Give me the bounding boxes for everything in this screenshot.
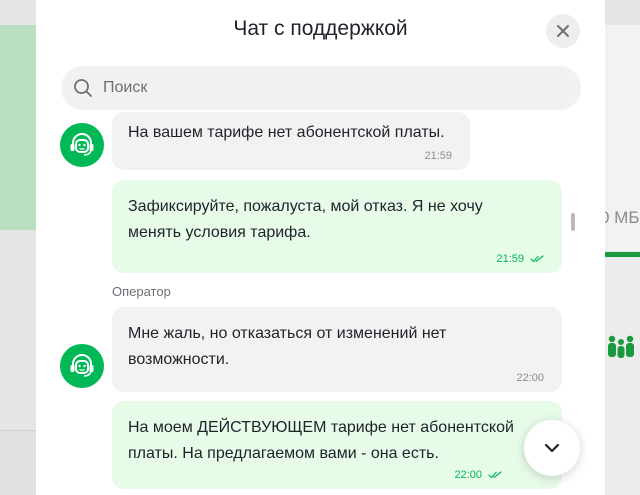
message-text-line: Зафиксируйте, пожалуста, мой отказ. Я не…: [128, 198, 483, 215]
message-text-line: возможности.: [128, 351, 230, 368]
background-stripe: [605, 252, 640, 257]
scroll-down-button[interactable]: [524, 420, 580, 476]
message-outgoing: На моем ДЕЙСТВУЮЩЕМ тарифе нет абонентск…: [112, 401, 562, 489]
message-text-line: платы. На предлагаемом вами - она есть.: [128, 445, 439, 462]
search-box[interactable]: [61, 66, 581, 110]
message-text-line: На моем ДЕЙСТВУЮЩЕМ тарифе нет абонентск…: [128, 419, 514, 436]
message-text: На вашем тарифе нет абонентской платы.: [128, 124, 445, 141]
chat-title: Чат с поддержкой: [233, 17, 408, 40]
chevron-down-icon: [544, 443, 560, 453]
message-text-line: менять условия тарифа.: [128, 224, 311, 241]
message-time: 21:59: [424, 150, 452, 162]
support-operator-icon: [70, 133, 94, 156]
background-footer: [0, 430, 36, 495]
sender-label: Оператор: [112, 284, 171, 299]
operator-avatar: [60, 344, 104, 388]
message-outgoing: Зафиксируйте, пожалуста, мой отказ. Я не…: [112, 180, 562, 273]
close-icon: [557, 25, 569, 37]
message-time: 22:00: [516, 372, 544, 384]
background-banner: [0, 25, 36, 230]
double-check-icon: [488, 471, 502, 479]
search-icon: [74, 79, 92, 97]
close-button[interactable]: [546, 14, 580, 48]
message-incoming: Мне жаль, но отказаться от изменений нет…: [112, 307, 562, 392]
background-text: 0 МБ: [600, 208, 640, 227]
message-text-line: Мне жаль, но отказаться от изменений нет: [128, 325, 447, 342]
message-incoming: На вашем тарифе нет абонентской платы. 2…: [112, 112, 470, 170]
background-panel: [605, 257, 640, 495]
double-check-icon: [530, 255, 544, 263]
support-chat-modal: Чат с поддержкой На вашем тарифе нет або…: [36, 0, 605, 495]
support-operator-icon: [70, 354, 94, 377]
operator-avatar: [60, 123, 104, 167]
search-input[interactable]: [103, 79, 543, 97]
scrollbar[interactable]: [571, 213, 575, 231]
people-icon: [608, 335, 634, 358]
message-time: 22:00: [454, 469, 482, 481]
message-time: 21:59: [496, 253, 524, 265]
